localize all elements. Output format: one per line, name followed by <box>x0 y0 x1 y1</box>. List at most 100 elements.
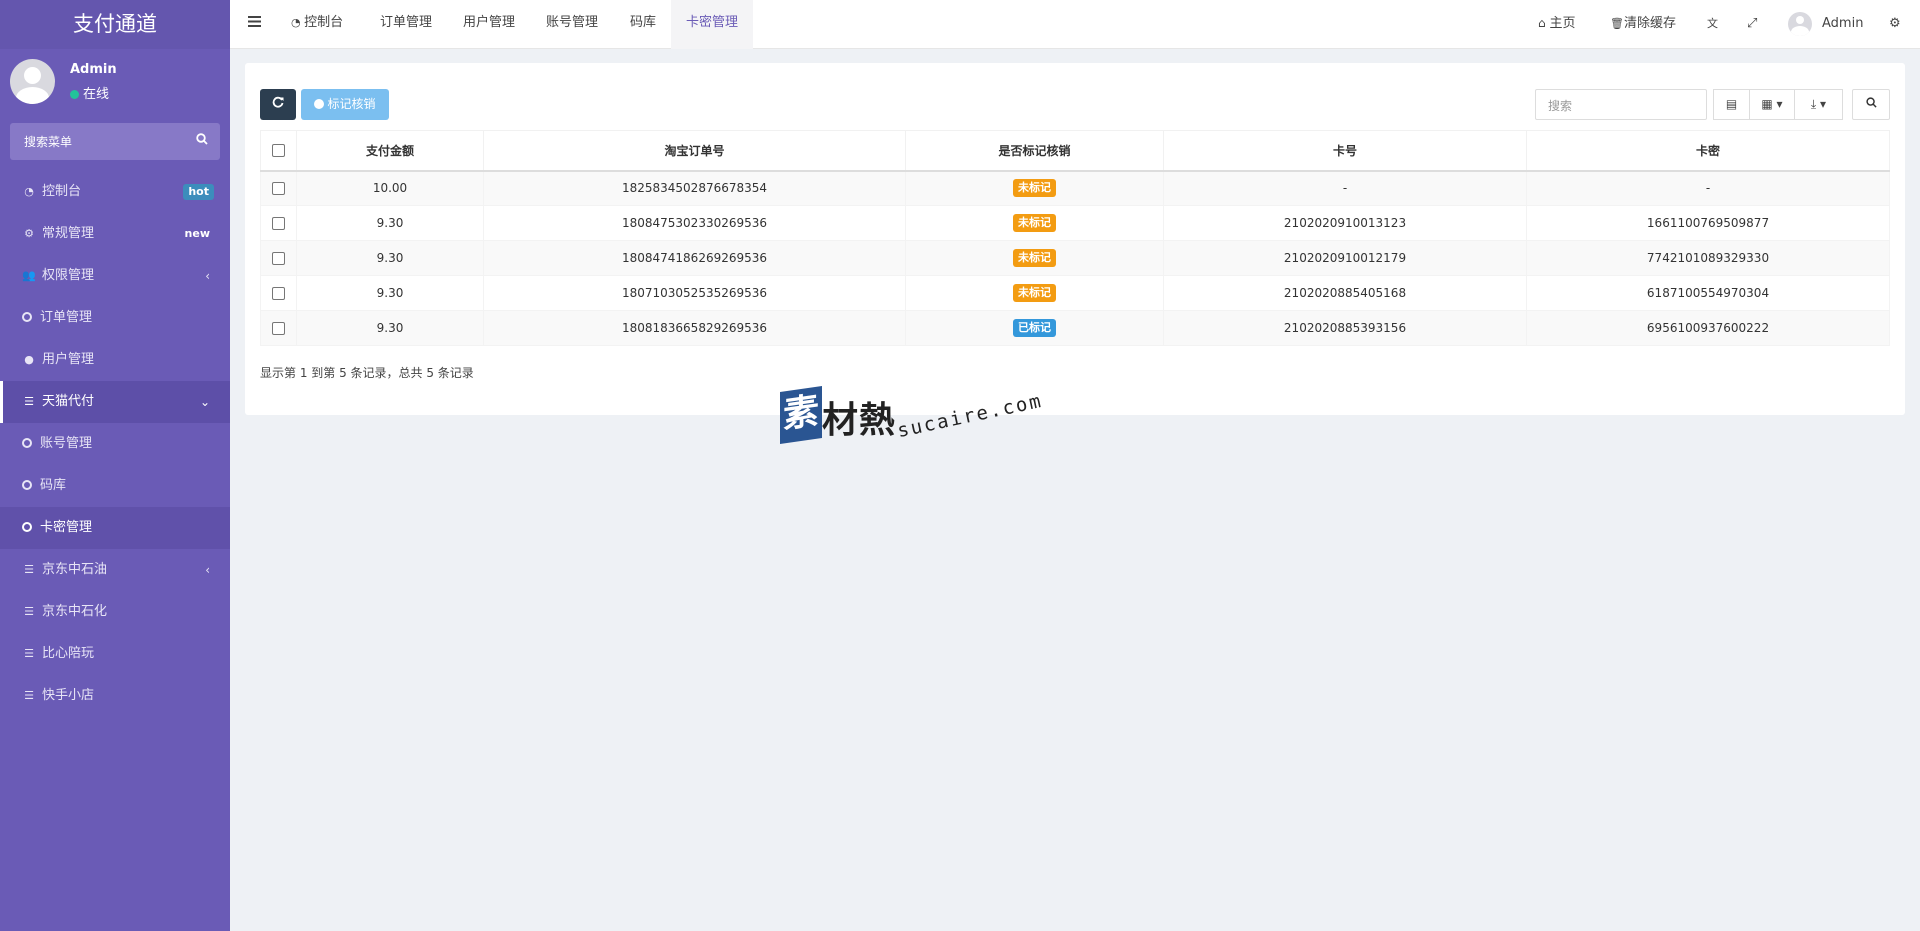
sidebar-item-jd-sinopec[interactable]: ☰ 京东中石化 <box>0 591 230 633</box>
menu-toggle-icon[interactable] <box>248 16 261 31</box>
table-row: 9.30 1808183665829269536 已标记 21020208853… <box>260 310 1890 346</box>
tab-label: 码库 <box>630 15 657 30</box>
export-button[interactable]: ⤓ ▾ <box>1794 89 1843 120</box>
sidebar-item-label: 卡密管理 <box>40 520 93 535</box>
card-pwd-cell: 7742101089329330 <box>1526 240 1890 276</box>
header-card-pwd[interactable]: 卡密 <box>1526 130 1890 172</box>
sidebar-item-label: 权限管理 <box>42 268 95 283</box>
sidebar-item-label: 用户管理 <box>42 352 95 367</box>
user-status: 在线 <box>70 83 109 102</box>
row-checkbox[interactable] <box>272 322 285 335</box>
sidebar-item-general[interactable]: ⚙ 常规管理 new <box>0 213 230 255</box>
header-mark[interactable]: 是否标记核销 <box>905 130 1164 172</box>
mark-cell: 未标记 <box>905 170 1164 206</box>
tab-cards[interactable]: 卡密管理 <box>671 0 754 49</box>
settings-button[interactable]: ⚙ <box>1889 0 1901 49</box>
table-search-placeholder: 搜索 <box>1548 99 1573 113</box>
content-panel: 标记核销 搜索 ▤ ▦ ▾ ⤓ ▾ 支付金额 淘宝订单号 是否标记核销 卡号 卡… <box>245 63 1905 415</box>
mark-cell: 未标记 <box>905 240 1164 276</box>
sidebar-item-tmall[interactable]: ☰ 天猫代付 ⌄ <box>0 381 230 423</box>
row-select-cell <box>260 205 297 241</box>
sidebar-item-dashboard[interactable]: ◔ 控制台 hot <box>0 171 230 213</box>
table-header-row: 支付金额 淘宝订单号 是否标记核销 卡号 卡密 <box>260 130 1890 172</box>
card-pwd-cell: - <box>1526 170 1890 206</box>
tab-label: 卡密管理 <box>686 15 739 30</box>
status-badge: 未标记 <box>1013 214 1056 232</box>
header-card-no[interactable]: 卡号 <box>1163 130 1527 172</box>
chevron-left-icon: ‹ <box>205 563 210 577</box>
table-row: 10.00 1825834502876678354 未标记 - - <box>260 170 1890 206</box>
export-icon: ⤓ ▾ <box>1810 97 1827 111</box>
sidebar-item-kuaishou[interactable]: ☰ 快手小店 <box>0 675 230 717</box>
hot-badge: hot <box>183 184 214 200</box>
row-checkbox[interactable] <box>272 252 285 265</box>
order-cell: 1825834502876678354 <box>483 170 906 206</box>
table-search-input[interactable]: 搜索 <box>1535 89 1707 120</box>
toggle-view-button[interactable]: ▤ <box>1713 89 1750 120</box>
list-icon: ☰ <box>24 395 34 408</box>
status-badge: 未标记 <box>1013 284 1056 302</box>
amount-cell: 10.00 <box>296 170 484 206</box>
avatar <box>1788 11 1812 36</box>
sidebar-item-permissions[interactable]: 👥 权限管理 ‹ <box>0 255 230 297</box>
chevron-down-icon: ⌄ <box>199 395 210 409</box>
dashboard-icon: ◔ <box>24 185 34 198</box>
sidebar-item-label: 码库 <box>40 478 67 493</box>
advanced-search-button[interactable] <box>1852 89 1890 120</box>
sidebar-item-label: 常规管理 <box>42 226 95 241</box>
row-checkbox[interactable] <box>272 287 285 300</box>
select-all-checkbox[interactable] <box>272 144 285 158</box>
order-cell: 1807103052535269536 <box>483 275 906 311</box>
watermark-url: sucaire.com <box>895 389 1045 443</box>
header-order[interactable]: 淘宝订单号 <box>483 130 906 172</box>
watermark-text: 材熱 <box>822 400 897 441</box>
sidebar-item-jd-petrochina[interactable]: ☰ 京东中石油 ‹ <box>0 549 230 591</box>
order-cell: 1808474186269269536 <box>483 240 906 276</box>
tab-codebase[interactable]: 码库 <box>630 0 656 49</box>
table-row: 9.30 1807103052535269536 未标记 21020208854… <box>260 275 1890 311</box>
language-button[interactable]: 文 <box>1707 0 1718 49</box>
fullscreen-icon: ⤢ <box>1747 16 1758 31</box>
avatar <box>10 59 55 104</box>
tab-accounts[interactable]: 账号管理 <box>546 0 598 49</box>
header-amount[interactable]: 支付金额 <box>296 130 484 172</box>
clear-cache-button[interactable]: 🗑清除缓存 <box>1610 0 1676 49</box>
cogs-icon: ⚙ <box>1889 16 1901 31</box>
menu-search-input[interactable]: 搜索菜单 <box>10 123 220 160</box>
tab-users[interactable]: 用户管理 <box>463 0 515 49</box>
tab-orders[interactable]: 订单管理 <box>380 0 432 49</box>
fullscreen-button[interactable]: ⤢ <box>1747 0 1757 49</box>
row-checkbox[interactable] <box>272 217 285 230</box>
watermark-mark: 素 <box>780 386 822 444</box>
amount-cell: 9.30 <box>296 205 484 241</box>
card-no-cell: 2102020885405168 <box>1163 275 1527 311</box>
sidebar-item-accounts[interactable]: 账号管理 <box>0 423 230 465</box>
card-pwd-cell: 1661100769509877 <box>1526 205 1890 241</box>
tab-dashboard[interactable]: ◔ 控制台 <box>291 0 343 49</box>
sidebar-item-orders[interactable]: 订单管理 <box>0 297 230 339</box>
circle-icon <box>22 437 32 448</box>
amount-cell: 9.30 <box>296 240 484 276</box>
list-icon: ☰ <box>24 689 34 702</box>
sidebar-item-cards[interactable]: 卡密管理 <box>0 507 230 549</box>
sidebar-item-bixin[interactable]: ☰ 比心陪玩 <box>0 633 230 675</box>
brand-title[interactable]: 支付通道 <box>0 0 230 49</box>
top-navbar: ◔ 控制台 订单管理 用户管理 账号管理 码库 卡密管理 ⌂ 主页 🗑清除缓存 … <box>230 0 1920 49</box>
sidebar-item-label: 比心陪玩 <box>42 646 95 661</box>
chevron-left-icon: ‹ <box>205 269 210 283</box>
row-checkbox[interactable] <box>272 182 285 196</box>
row-select-cell <box>260 170 297 206</box>
search-icon[interactable] <box>196 133 208 149</box>
pagination-info: 显示第 1 到第 5 条记录，总共 5 条记录 <box>260 366 474 380</box>
user-menu[interactable]: Admin <box>1788 0 1863 49</box>
mark-verified-button[interactable]: 标记核销 <box>301 89 389 120</box>
sidebar-item-label: 控制台 <box>42 184 82 199</box>
user-menu-label: Admin <box>1822 16 1864 31</box>
columns-button[interactable]: ▦ ▾ <box>1749 89 1795 120</box>
search-icon <box>1865 97 1877 108</box>
refresh-button[interactable] <box>260 89 296 120</box>
sidebar-item-codebase[interactable]: 码库 <box>0 465 230 507</box>
sidebar-item-users[interactable]: ● 用户管理 <box>0 339 230 381</box>
home-link[interactable]: ⌂ 主页 <box>1538 0 1575 49</box>
amount-cell: 9.30 <box>296 275 484 311</box>
